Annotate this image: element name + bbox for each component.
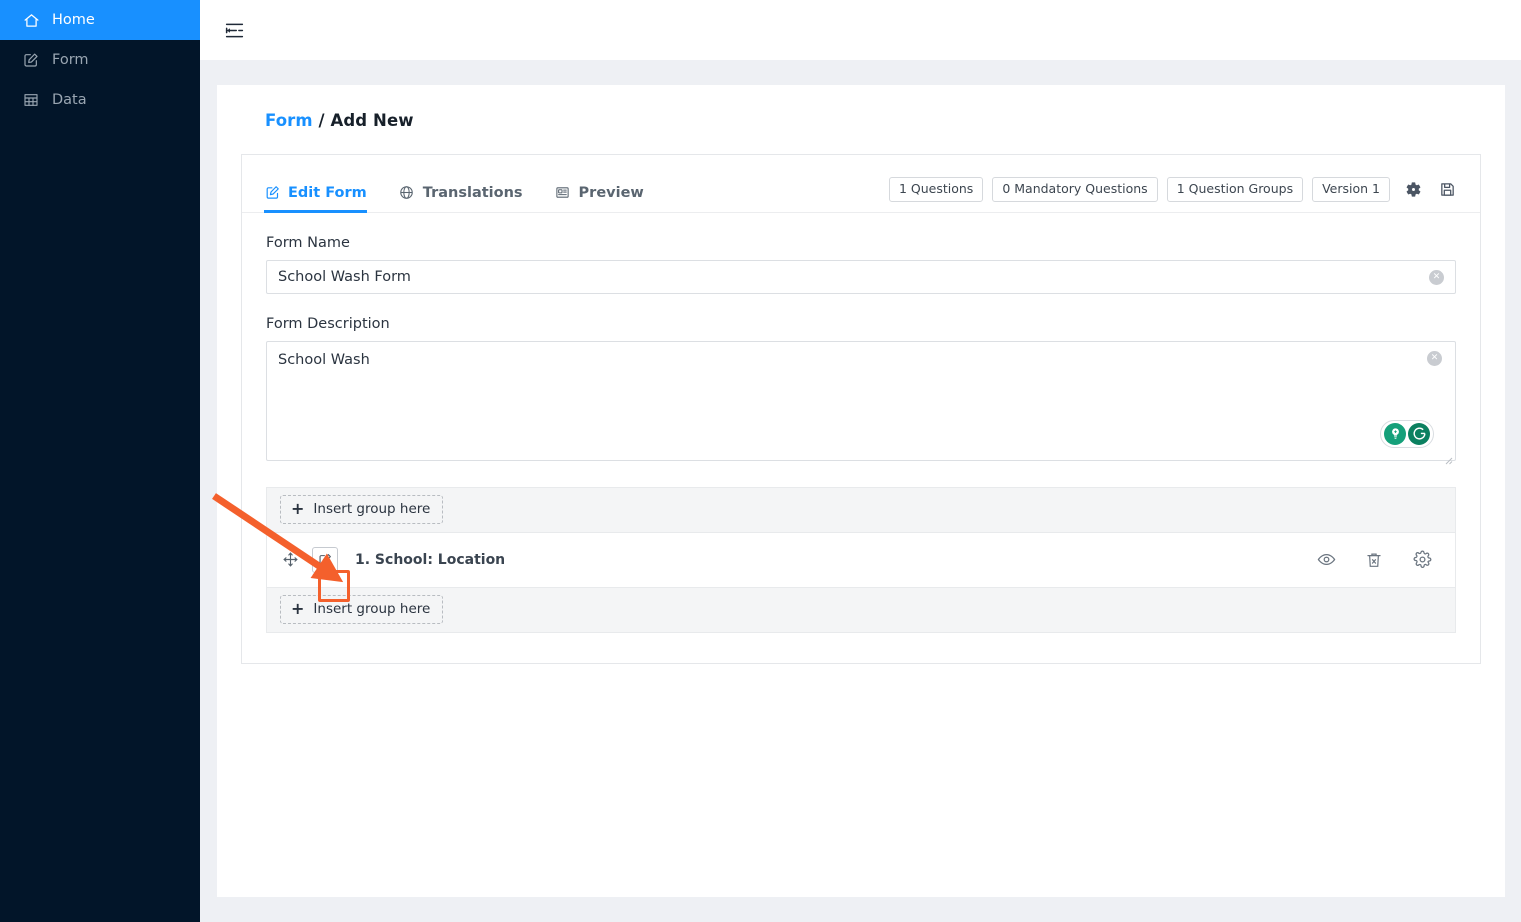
- insert-group-button-top[interactable]: + Insert group here: [280, 495, 444, 525]
- move-arrows-icon[interactable]: [281, 551, 299, 569]
- form-fields: Form Name ✕ Form Description ✕: [242, 213, 1480, 465]
- table-icon: [22, 91, 40, 109]
- breadcrumb: Form / Add New: [265, 111, 1481, 130]
- globe-icon: [399, 185, 415, 201]
- sidebar-item-label: Data: [52, 92, 87, 108]
- breadcrumb-current: Add New: [330, 111, 414, 130]
- badge-mandatory-questions-count[interactable]: 0 Mandatory Questions: [992, 177, 1158, 202]
- sidebar-item-home[interactable]: Home: [0, 0, 200, 40]
- main-area: Form / Add New Edit Form Translations Pr…: [200, 0, 1521, 922]
- content-wrapper: Form / Add New Edit Form Translations Pr…: [200, 60, 1521, 897]
- sidebar-item-data[interactable]: Data: [0, 80, 200, 120]
- insert-group-label: Insert group here: [313, 501, 431, 518]
- page-card: Form / Add New Edit Form Translations Pr…: [217, 85, 1505, 897]
- tab-label: Preview: [578, 184, 644, 201]
- sidebar-item-label: Home: [52, 12, 95, 28]
- form-description-field-wrap: ✕: [266, 340, 1456, 465]
- insert-group-strip-bottom: + Insert group here: [266, 587, 1456, 633]
- breadcrumb-separator: /: [312, 111, 331, 130]
- tab-label: Edit Form: [288, 184, 367, 201]
- clear-circle-x-icon[interactable]: ✕: [1429, 269, 1444, 285]
- sidebar-item-label: Form: [52, 52, 89, 68]
- form-description-label: Form Description: [266, 315, 390, 332]
- plus-icon: +: [291, 498, 305, 518]
- sidebar-item-form[interactable]: Form: [0, 40, 200, 80]
- edit-question-button[interactable]: [312, 546, 338, 573]
- tabs-row: Edit Form Translations Preview 1 Questio…: [242, 155, 1480, 213]
- clear-circle-x-icon[interactable]: ✕: [1427, 350, 1442, 366]
- insert-group-button-bottom[interactable]: + Insert group here: [280, 595, 444, 625]
- topbar: [200, 0, 1521, 60]
- plus-icon: +: [291, 598, 305, 618]
- form-stats-badges: 1 Questions 0 Mandatory Questions 1 Ques…: [888, 177, 1458, 212]
- form-description-textarea[interactable]: [266, 340, 1456, 461]
- question-group-list: + Insert group here 1. School: Location …: [266, 486, 1456, 633]
- gear-icon[interactable]: [1412, 550, 1432, 570]
- settings-gear-icon[interactable]: [1402, 178, 1424, 200]
- tab-edit-form[interactable]: Edit Form: [264, 184, 367, 213]
- question-row-actions: [1316, 550, 1432, 570]
- form-name-field-wrap: ✕: [266, 259, 1456, 294]
- lightbulb-icon: [1384, 422, 1406, 445]
- home-icon: [22, 11, 40, 29]
- breadcrumb-link-form[interactable]: Form: [265, 111, 313, 130]
- menu-fold-icon[interactable]: [220, 16, 248, 44]
- insert-group-strip-top: + Insert group here: [266, 486, 1456, 532]
- eye-icon[interactable]: [1316, 550, 1336, 570]
- edit-pencil-icon: [264, 185, 280, 201]
- question-row-left: 1. School: Location: [281, 546, 506, 573]
- layout-preview-icon: [555, 185, 571, 201]
- save-floppy-icon[interactable]: [1436, 178, 1458, 200]
- tab-translations[interactable]: Translations: [399, 185, 523, 212]
- badge-version[interactable]: Version 1: [1312, 177, 1390, 202]
- grammarly-widget[interactable]: [1380, 419, 1434, 448]
- form-name-input[interactable]: [266, 259, 1456, 294]
- sidebar: Home Form Data: [0, 0, 200, 922]
- question-row[interactable]: 1. School: Location: [266, 531, 1456, 588]
- app-root: Home Form Data Form / Add New Edit Form …: [0, 0, 1521, 922]
- question-title: 1. School: Location: [355, 551, 506, 568]
- badge-question-groups-count[interactable]: 1 Question Groups: [1166, 177, 1304, 202]
- form-edit-icon: [22, 51, 40, 69]
- trash-x-icon[interactable]: [1364, 550, 1384, 570]
- form-name-label: Form Name: [266, 234, 350, 251]
- badge-questions-count[interactable]: 1 Questions: [888, 177, 984, 202]
- tab-list: Edit Form Translations Preview: [264, 184, 644, 213]
- grammarly-g-icon: [1408, 422, 1430, 445]
- tab-label: Translations: [422, 184, 523, 201]
- insert-group-label: Insert group here: [313, 601, 431, 618]
- tab-preview[interactable]: Preview: [555, 185, 644, 212]
- form-editor-card: Edit Form Translations Preview 1 Questio…: [241, 154, 1481, 664]
